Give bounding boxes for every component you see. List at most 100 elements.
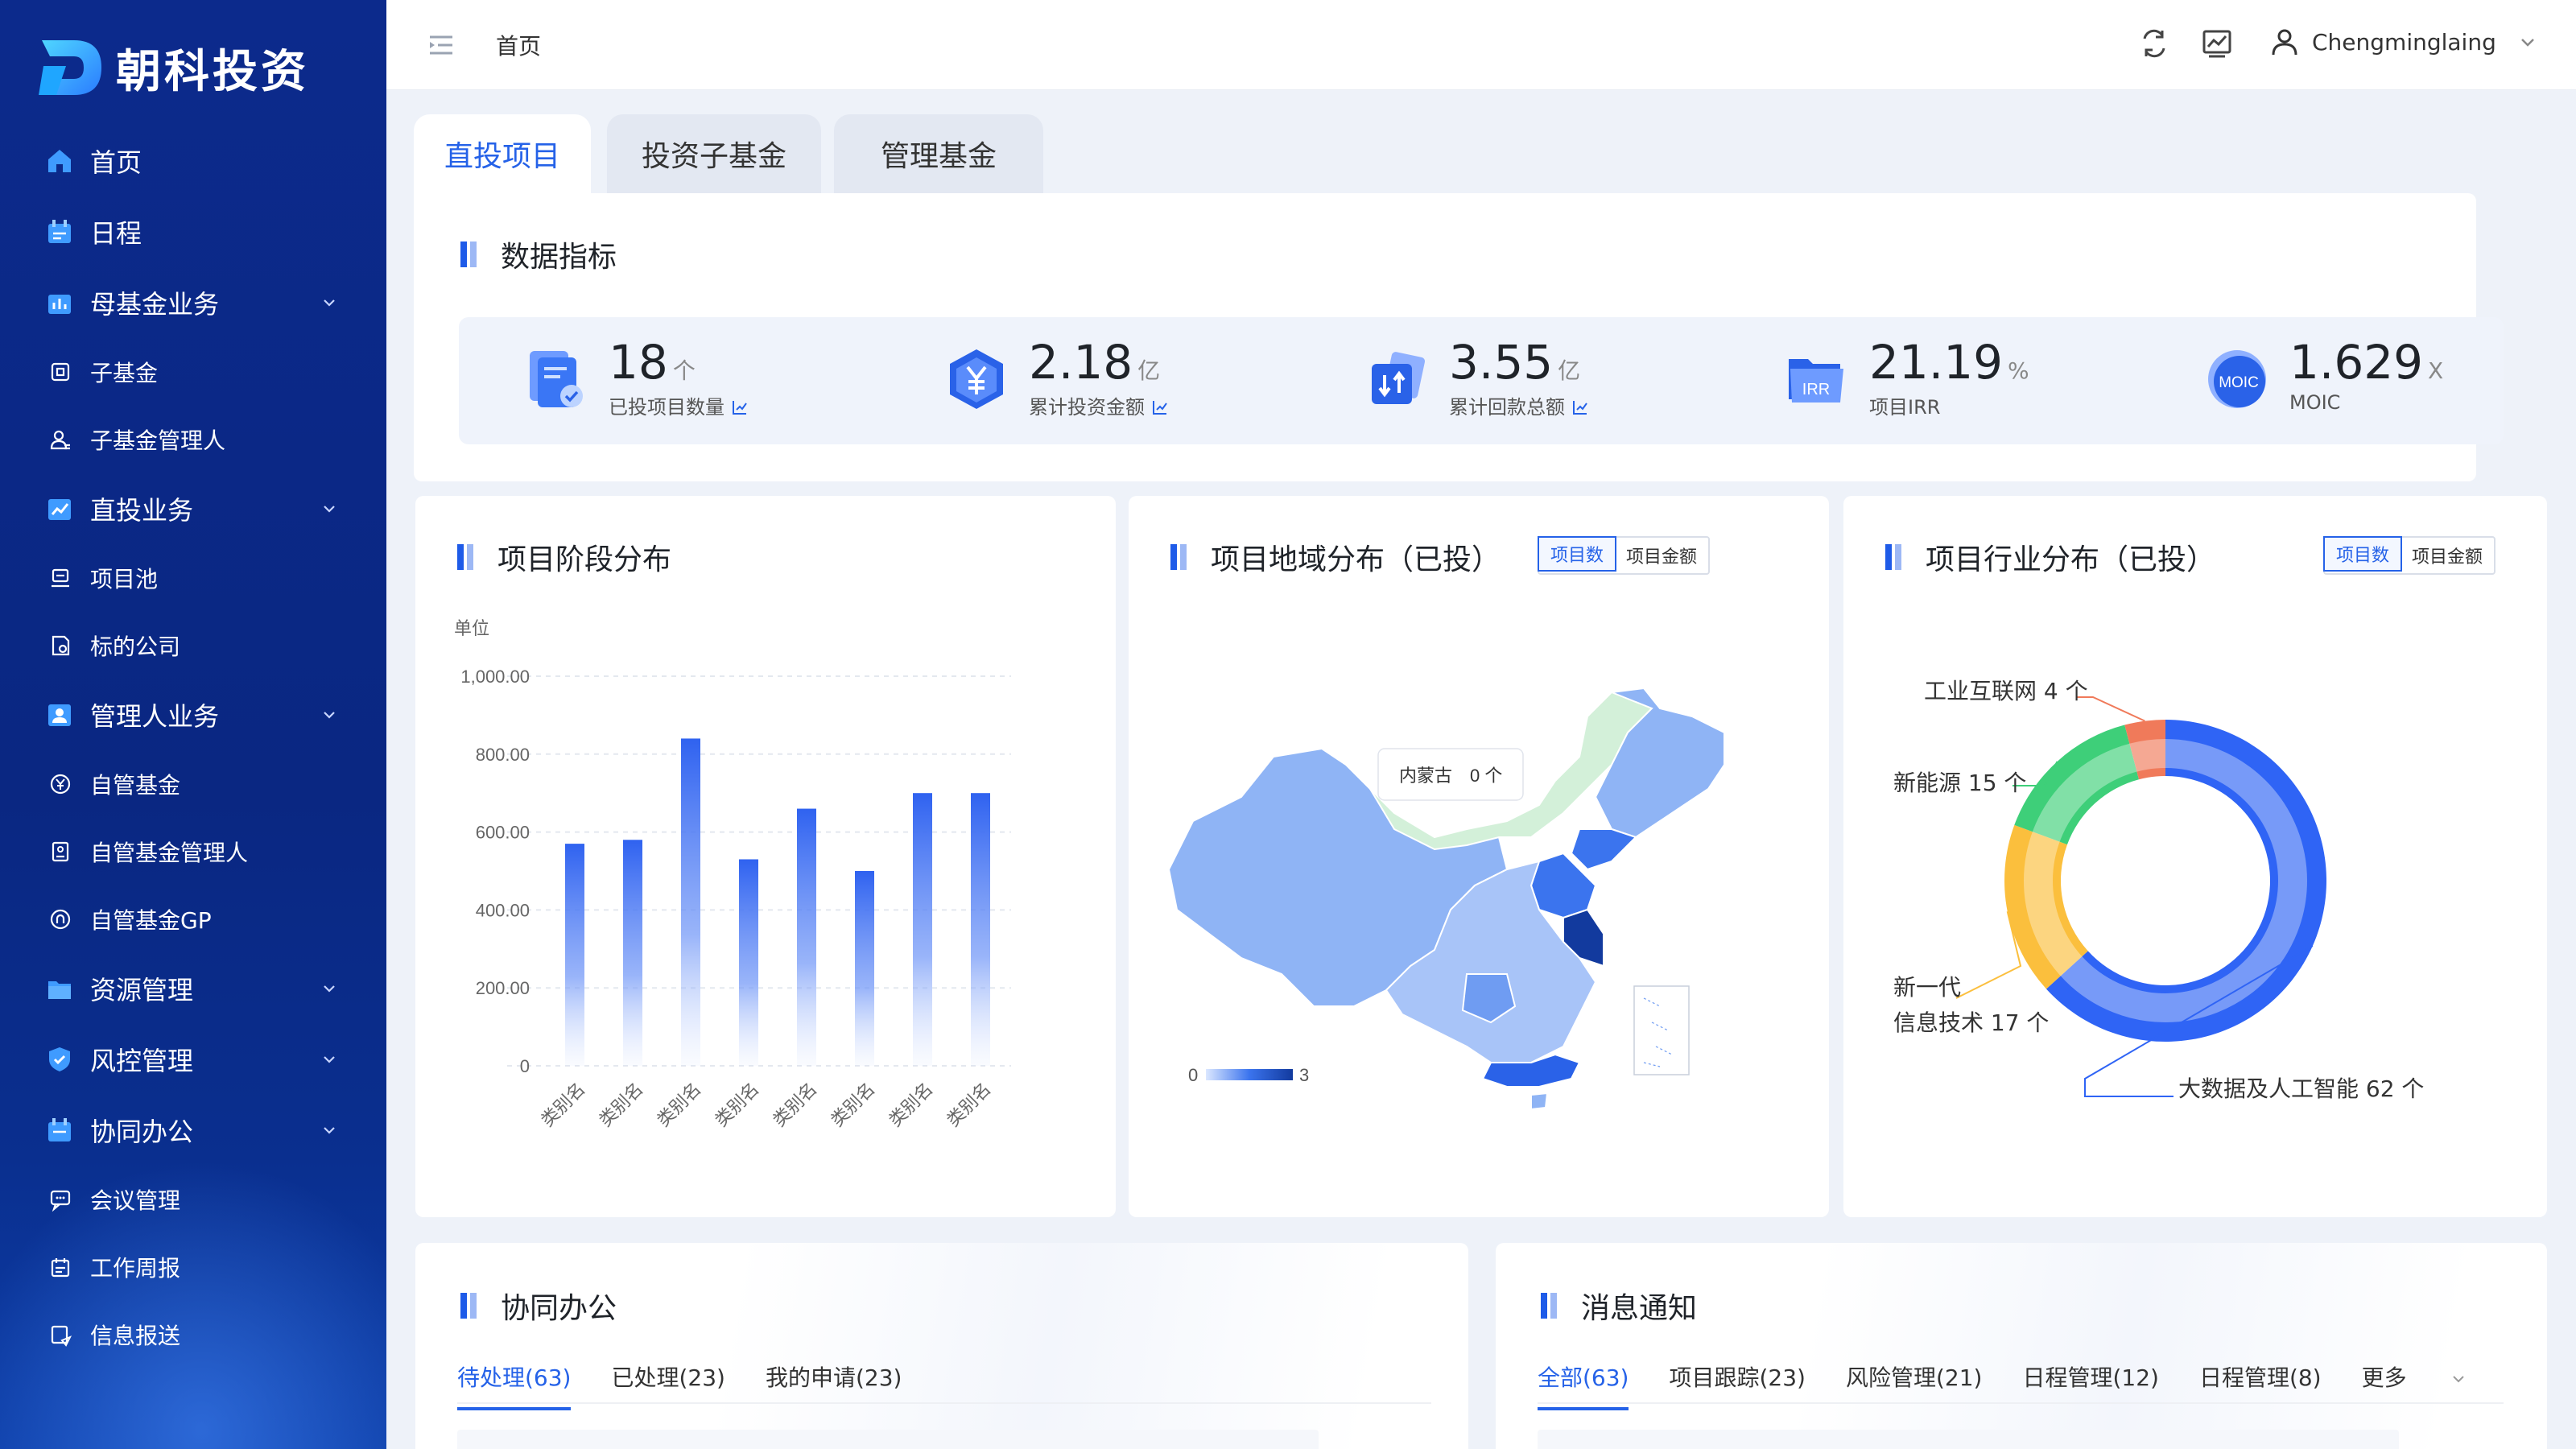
sidebar-item-label: 自管基金 [90, 772, 181, 799]
send-icon [51, 1325, 72, 1347]
gp-icon [50, 909, 71, 930]
sidebar-item-office[interactable]: 协同办公 [0, 1095, 386, 1166]
chevron-down-icon [324, 299, 335, 307]
bar[interactable] [681, 738, 700, 1066]
sidebar-menu: 首页日程母基金业务 子基金子基金管理人直投业务项目池标的公司管理人业务自管基金自管… [0, 126, 386, 1368]
tab-sub-fund[interactable]: 投资子基金 [607, 114, 821, 193]
x-tick-label: 类别名 [538, 1080, 589, 1131]
bar[interactable] [797, 808, 816, 1066]
sidebar-item-label: 子基金管理人 [90, 427, 226, 454]
sidebar-item-label: 管理人业务 [90, 701, 220, 732]
sidebar-item-resource-management[interactable]: 资源管理 [0, 953, 386, 1024]
kpi-moic-value: 1.629 X [2289, 335, 2444, 390]
breadcrumb[interactable]: 首页 [496, 29, 541, 61]
sidebar-item-label: 标的公司 [90, 634, 181, 660]
bar[interactable] [565, 844, 584, 1066]
map-hainan[interactable] [1530, 1092, 1549, 1111]
y-tick-label: 800.00 [476, 745, 530, 765]
sidebar-item-label: 日程 [90, 218, 142, 249]
notice-list-row[interactable] [1538, 1430, 2399, 1449]
bar[interactable] [623, 840, 642, 1066]
kpi-return-label: 累计回款总额 [1449, 391, 1589, 419]
sidebar-item-meeting-management[interactable]: 会议管理 [0, 1166, 386, 1233]
sidebar-item-own-fund-manager[interactable]: 自管基金管理人 [0, 818, 386, 886]
kpi-investment-value: 2.18 亿 [1029, 335, 1161, 390]
map-liaoning[interactable] [1570, 828, 1637, 871]
industry-toggle-amount[interactable]: 项目金额 [2401, 538, 2494, 573]
user-menu[interactable]: Chengminglaing [2270, 27, 2537, 56]
sidebar-item-risk-management[interactable]: 风控管理 [0, 1024, 386, 1095]
map-tooltip-region: 内蒙古 [1399, 766, 1452, 786]
map-legend-bar [1206, 1069, 1293, 1080]
bar[interactable] [971, 793, 990, 1066]
sidebar-item-label: 会议管理 [90, 1187, 181, 1214]
language-switch-icon[interactable] [2138, 27, 2170, 60]
sidebar-item-own-fund[interactable]: 自管基金 [0, 750, 386, 818]
office-divider [457, 1402, 1431, 1404]
sidebar-item-own-fund-gp[interactable]: 自管基金GP [0, 886, 386, 953]
notice-title: 消息通知 [1541, 1285, 1697, 1327]
sidebar-item-info-submission[interactable]: 信息报送 [0, 1301, 386, 1368]
bar[interactable] [855, 871, 874, 1066]
chevron-down-icon [324, 1056, 335, 1063]
sidebar-item-sub-fund-manager[interactable]: 子基金管理人 [0, 406, 386, 473]
sidebar-item-project-pool[interactable]: 项目池 [0, 544, 386, 612]
chevron-down-icon [324, 985, 335, 993]
y-tick-label: 200.00 [476, 978, 530, 998]
industry-donut-chart: 大数据及人工智能 62 个 新一代信息技术 17 个新能源 15 个 工业互联网 4… [1893, 678, 2424, 1102]
industry-toggle-count[interactable]: 项目数 [2323, 536, 2403, 572]
stage-title: 项目阶段分布 [457, 536, 671, 578]
industry-title: 项目行业分布（已投） [1885, 536, 2215, 578]
bar[interactable] [739, 859, 758, 1066]
app-title: 朝科投资 [116, 45, 309, 98]
sidebar-item-fof-business[interactable]: 母基金业务 [0, 267, 386, 338]
trend-link-icon[interactable] [1571, 398, 1589, 416]
svg-text:MOIC: MOIC [2219, 374, 2259, 391]
x-tick-label: 类别名 [770, 1080, 821, 1131]
region-title: 项目地域分布（已投） [1170, 536, 1501, 578]
chevron-down-icon [324, 1127, 335, 1134]
sidebar-item-label: 风控管理 [90, 1046, 194, 1076]
transfer-cards-icon [1372, 352, 1426, 404]
document-check-icon [530, 351, 583, 407]
tab-direct-investment[interactable]: 直投项目 [414, 114, 591, 193]
bar-chart-icon [48, 295, 71, 314]
folder-irr-icon: IRR [1789, 359, 1843, 402]
region-toggle-count[interactable]: 项目数 [1538, 536, 1617, 572]
trend-link-icon[interactable] [731, 398, 749, 416]
sidebar-item-schedule[interactable]: 日程 [0, 196, 386, 267]
x-tick-label: 类别名 [943, 1080, 995, 1131]
kpi-projects-value: 18 个 [609, 335, 696, 390]
sidebar-item-target-company[interactable]: 标的公司 [0, 612, 386, 679]
sidebar-item-label: 首页 [90, 147, 142, 178]
sidebar-item-label: 工作周报 [90, 1255, 181, 1282]
trend-icon [48, 499, 71, 520]
kpi-return-value: 3.55 亿 [1449, 335, 1581, 390]
region-toggle-amount[interactable]: 项目金额 [1615, 538, 1708, 573]
china-map: 内蒙古 0 个 0 3 [1167, 687, 1725, 1111]
fund-icon [51, 362, 70, 382]
x-tick-label: 类别名 [654, 1080, 705, 1131]
calendar-icon [48, 220, 71, 243]
sidebar-item-weekly-report[interactable]: 工作周报 [0, 1233, 386, 1301]
sidebar-item-manager-business[interactable]: 管理人业务 [0, 679, 386, 750]
office-list-row[interactable] [457, 1430, 1319, 1449]
sidebar-item-home[interactable]: 首页 [0, 126, 386, 196]
home-icon [48, 150, 71, 172]
logo[interactable]: 朝科投资 [37, 34, 309, 101]
kpi-strip: 18 个 已投项目数量 2.18 亿 累计投资金额 3.55 亿 累计回款总额 IRR… [459, 317, 2504, 444]
trend-link-icon[interactable] [1151, 398, 1169, 416]
map-legend-min: 0 [1188, 1065, 1198, 1085]
folder-icon [48, 981, 71, 999]
bar[interactable] [913, 793, 932, 1066]
sidebar-item-direct-investment[interactable]: 直投业务 [0, 473, 386, 544]
donut-label: 新能源 15 个 [1893, 770, 2026, 796]
x-tick-label: 类别名 [712, 1080, 763, 1131]
badge-icon [52, 841, 69, 862]
tab-managed-fund[interactable]: 管理基金 [834, 114, 1043, 193]
sidebar-item-label: 直投业务 [90, 495, 194, 526]
menu-collapse-icon[interactable] [427, 31, 456, 60]
sidebar-item-sub-fund[interactable]: 子基金 [0, 338, 386, 406]
donut-inner-ring [2024, 739, 2307, 1022]
dashboard-screen-icon[interactable] [2201, 27, 2233, 60]
